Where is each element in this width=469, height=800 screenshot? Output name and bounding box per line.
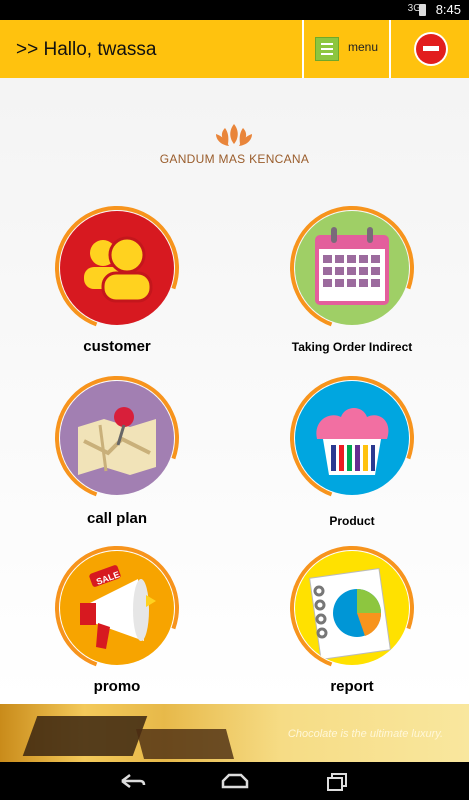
status-bar: 3G 8:45: [0, 0, 469, 20]
tile-label: call plan: [86, 510, 148, 527]
promo-banner[interactable]: Chocolate is the ultimate luxury.: [0, 704, 469, 762]
tile-label: promo: [93, 678, 141, 695]
battery-icon: [419, 4, 426, 16]
tile-label: report: [330, 678, 374, 695]
tile-label: customer: [83, 338, 151, 355]
back-icon[interactable]: [112, 771, 152, 791]
menu-label: menu: [348, 40, 379, 54]
exit-button[interactable]: [392, 20, 469, 78]
menu-icon: [315, 37, 339, 61]
tile-label: Taking Order Indirect: [291, 340, 413, 354]
tile-report[interactable]: report: [252, 525, 452, 706]
company-name: GANDUM MAS KENCANA: [159, 152, 310, 166]
wheat-logo-icon: [216, 124, 252, 146]
banner-text: Chocolate is the ultimate luxury.: [287, 728, 443, 740]
system-nav-bar: [0, 762, 469, 800]
users-icon: [60, 211, 174, 325]
cupcake-icon: [295, 381, 409, 495]
map-pin-icon: [60, 381, 174, 495]
calendar-icon: [295, 211, 409, 325]
tile-customer[interactable]: customer: [17, 185, 217, 366]
greeting-text: >> Hallo, twassa: [16, 39, 157, 60]
report-chart-icon: [295, 551, 409, 665]
menu-button[interactable]: menu: [305, 20, 388, 78]
tile-taking-order-indirect[interactable]: Taking Order Indirect: [252, 185, 452, 366]
stop-icon: [416, 34, 446, 64]
header-bar: >> Hallo, twassa menu: [0, 20, 469, 78]
tile-product[interactable]: Product: [252, 355, 452, 536]
home-icon[interactable]: [215, 771, 255, 791]
tile-promo[interactable]: SALE promo: [17, 525, 217, 706]
tile-call-plan[interactable]: call plan: [17, 355, 217, 536]
megaphone-icon: SALE: [60, 551, 174, 665]
tile-label: Product: [329, 514, 375, 528]
header-divider: [302, 20, 304, 78]
recents-icon[interactable]: [318, 771, 358, 791]
clock: 8:45: [435, 2, 461, 17]
header-divider: [389, 20, 391, 78]
